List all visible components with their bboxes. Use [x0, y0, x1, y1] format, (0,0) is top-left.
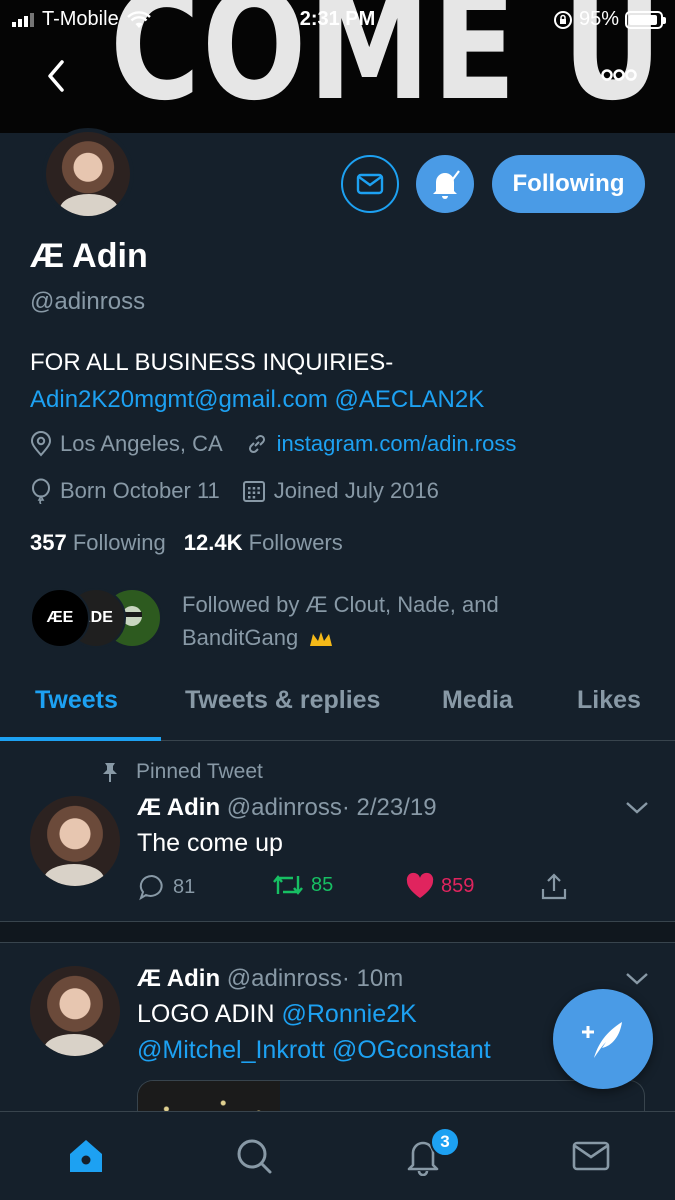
share-icon [541, 873, 567, 900]
tweet-author-handle: @adinross [226, 965, 342, 992]
mention-link[interactable]: @OGconstant [332, 1036, 491, 1064]
pinned-tweet-label: Pinned Tweet [100, 760, 263, 784]
nav-messages[interactable] [569, 1134, 613, 1178]
tweet-text: LOGO ADIN @Ronnie2K @Mitchel_Inkrott @OG… [137, 1000, 491, 1064]
tab-tweets[interactable]: Tweets [35, 686, 118, 715]
profile-banner: COME UP T-Mobile 2:31 PM 95% [0, 0, 675, 133]
tweet-date: · 10m [341, 965, 404, 992]
profile-birthday: Born October 11 [60, 478, 220, 503]
search-icon [237, 1139, 272, 1174]
profile-meta-row-1: Los Angeles, CA instagram.com/adin.ross [30, 431, 538, 457]
compose-tweet-button[interactable] [553, 989, 653, 1089]
location-pin-icon [30, 431, 52, 457]
profile-tabs: Tweets Tweets & replies Media Likes [0, 668, 675, 741]
chevron-down-icon[interactable] [625, 971, 649, 987]
status-bar: T-Mobile 2:31 PM 95% [0, 0, 675, 38]
profile-meta-row-2: Born October 11 Joined July 2016 [30, 478, 461, 504]
tab-likes[interactable]: Likes [577, 686, 641, 715]
rotation-lock-icon [553, 10, 572, 29]
tweet-divider [0, 921, 675, 943]
calendar-icon [242, 481, 265, 502]
followed-by-section[interactable]: ÆE ADE Followed by Æ Clout, Nade, and Ba… [30, 588, 562, 654]
bio-line: FOR ALL BUSINESS INQUIRIES- [30, 349, 394, 376]
bell-check-icon [433, 170, 460, 199]
profile-name: Æ Adin [30, 237, 148, 275]
follower-avatar-ae-clout: ÆE [30, 588, 90, 648]
message-button[interactable] [341, 155, 399, 213]
tweet-header: Æ Adin @adinross· 10m [137, 965, 403, 993]
home-icon [70, 1140, 102, 1172]
profile-handle: @adinross [30, 288, 146, 315]
back-arrow-icon[interactable] [40, 56, 76, 96]
active-tab-indicator [0, 737, 161, 741]
envelope-icon [356, 173, 384, 195]
profile-avatar[interactable] [42, 128, 134, 220]
tab-tweets-and-replies[interactable]: Tweets & replies [185, 686, 380, 715]
profile-website-link[interactable]: instagram.com/adin.ross [277, 431, 517, 457]
retweet-icon [273, 875, 303, 895]
bio-email-link[interactable]: Adin2K20mgmt@gmail.com [30, 386, 328, 413]
crown-emoji-icon [310, 632, 333, 647]
balloon-icon [32, 478, 50, 504]
nav-search[interactable] [232, 1134, 276, 1178]
notifications-toggle-button[interactable] [416, 155, 474, 213]
notifications-badge: 3 [430, 1127, 460, 1157]
more-options-icon[interactable] [599, 62, 639, 88]
link-icon [248, 434, 265, 454]
bio-mention-link[interactable]: @AECLAN2K [334, 386, 484, 413]
tweet-text: The come up [137, 829, 283, 857]
tweet-author-handle: @adinross [226, 794, 342, 821]
profile-stats: 357 Following 12.4K Followers [30, 530, 343, 556]
tweet-date: · 2/23/19 [341, 794, 437, 821]
tweet-avatar[interactable] [30, 796, 120, 886]
nav-home[interactable] [64, 1134, 108, 1178]
following-stat[interactable]: 357 Following [30, 530, 166, 556]
followed-by-text: Followed by Æ Clout, Nade, and BanditGan… [182, 592, 499, 650]
like-button[interactable]: 859 [405, 872, 474, 900]
tweet-author-name: Æ Adin [137, 794, 221, 821]
envelope-icon [572, 1141, 610, 1171]
profile-joined-date: Joined July 2016 [273, 478, 439, 503]
followers-stat[interactable]: 12.4K Followers [184, 530, 343, 556]
compose-feather-icon [582, 1022, 622, 1058]
retweet-button[interactable]: 85 [271, 872, 333, 898]
pin-icon [103, 763, 117, 782]
following-button[interactable]: Following [492, 155, 645, 213]
battery-percent: 95% [578, 8, 619, 30]
tweet-avatar[interactable] [30, 966, 120, 1056]
profile-location: Los Angeles, CA [60, 431, 223, 456]
reply-button[interactable]: 81 [137, 872, 195, 902]
heart-icon [406, 872, 434, 898]
battery-icon [625, 10, 666, 29]
tweet-author-name: Æ Adin [137, 965, 221, 992]
mention-link[interactable]: @Mitchel_Inkrott [137, 1036, 325, 1064]
bottom-tab-bar [0, 1111, 675, 1200]
tweet-header: Æ Adin @adinross· 2/23/19 [137, 794, 437, 822]
share-button[interactable] [539, 872, 569, 902]
chevron-down-icon[interactable] [625, 800, 649, 816]
mention-link[interactable]: @Ronnie2K [282, 1000, 417, 1028]
profile-bio: FOR ALL BUSINESS INQUIRIES- Adin2K20mgmt… [30, 344, 650, 418]
tab-media[interactable]: Media [442, 686, 513, 715]
reply-icon [139, 874, 163, 901]
tweet-actions: 81 85 859 [137, 872, 577, 906]
